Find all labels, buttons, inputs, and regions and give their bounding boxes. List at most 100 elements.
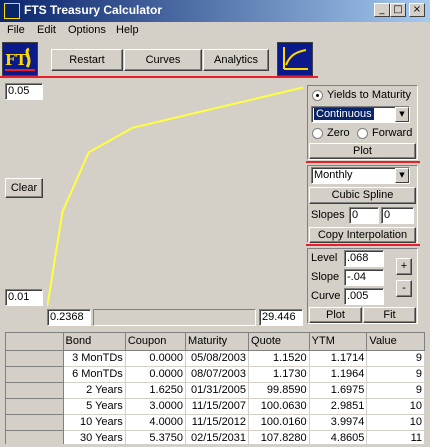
yield-curve-line bbox=[46, 86, 304, 307]
table-cell[interactable]: 3.9974 bbox=[309, 414, 368, 431]
table-cell[interactable]: 9 bbox=[366, 350, 425, 367]
copy-interpolation-button[interactable]: Copy Interpolation bbox=[309, 227, 416, 243]
menu-help[interactable]: Help bbox=[116, 24, 139, 36]
table-cell[interactable]: 01/31/2005 bbox=[185, 382, 250, 399]
plot-params-button[interactable]: Plot bbox=[309, 307, 362, 323]
slope-right-field[interactable]: 0 bbox=[381, 207, 414, 224]
column-header[interactable]: Quote bbox=[248, 333, 310, 351]
table-cell[interactable]: 10 bbox=[366, 398, 425, 415]
table-cell[interactable]: 100.0160 bbox=[248, 414, 310, 431]
table-row[interactable]: 6 MonTDs 0.0000 08/07/2003 1.1730 1.1964… bbox=[6, 366, 425, 383]
table-cell[interactable]: 6 MonTDs bbox=[63, 366, 126, 383]
table-row[interactable]: 2 Years 1.6250 01/31/2005 99.8590 1.6975… bbox=[6, 382, 425, 399]
table-cell[interactable]: 2 Years bbox=[63, 382, 126, 399]
minimize-button[interactable]: _ bbox=[374, 3, 390, 17]
table-cell[interactable]: 11/15/2012 bbox=[185, 414, 250, 431]
table-cell[interactable]: 9 bbox=[366, 382, 425, 399]
restart-button[interactable]: Restart bbox=[51, 49, 123, 71]
table-cell[interactable]: 5 Years bbox=[63, 398, 126, 415]
close-button[interactable]: × bbox=[409, 3, 425, 17]
table-cell[interactable]: 99.8590 bbox=[248, 382, 310, 399]
zero-radio[interactable] bbox=[312, 128, 323, 139]
table-cell[interactable]: 107.8280 bbox=[248, 430, 310, 444]
curves-button[interactable]: Curves bbox=[124, 49, 202, 71]
slope-left-field[interactable]: 0 bbox=[349, 207, 379, 224]
forward-radio[interactable] bbox=[357, 128, 368, 139]
row-header[interactable] bbox=[6, 398, 64, 415]
column-header[interactable]: Value bbox=[366, 333, 425, 351]
row-header[interactable] bbox=[6, 430, 64, 444]
column-header[interactable]: Maturity bbox=[185, 333, 250, 351]
yields-radio[interactable] bbox=[312, 90, 323, 101]
table-cell[interactable]: 1.6975 bbox=[309, 382, 368, 399]
row-header[interactable] bbox=[6, 350, 64, 367]
table-cell[interactable]: 1.1520 bbox=[248, 350, 310, 367]
y-max-field[interactable]: 0.05 bbox=[5, 83, 43, 100]
table-row[interactable]: 10 Years 4.0000 11/15/2012 100.0160 3.99… bbox=[6, 414, 425, 431]
table-cell[interactable]: 0.0000 bbox=[125, 350, 187, 367]
level-field[interactable]: .068 bbox=[344, 250, 384, 267]
table-cell[interactable]: 3 MonTDs bbox=[63, 350, 126, 367]
maximize-button[interactable]: □ bbox=[390, 3, 406, 17]
table-cell[interactable]: 08/07/2003 bbox=[185, 366, 250, 383]
menu-options[interactable]: Options bbox=[68, 24, 106, 36]
row-header[interactable] bbox=[6, 382, 64, 399]
row-header[interactable] bbox=[6, 414, 64, 431]
analytics-button[interactable]: Analytics bbox=[203, 49, 269, 71]
x-max-field[interactable]: 29.446 bbox=[259, 309, 303, 326]
chevron-down-icon[interactable]: ▼ bbox=[395, 107, 409, 122]
slope-field[interactable]: -.04 bbox=[344, 269, 384, 286]
clear-button[interactable]: Clear bbox=[5, 178, 43, 198]
forward-label: Forward bbox=[372, 127, 413, 139]
table-cell[interactable]: 5.3750 bbox=[125, 430, 187, 444]
table-row[interactable]: 3 MonTDs 0.0000 05/08/2003 1.1520 1.1714… bbox=[6, 350, 425, 367]
table-cell[interactable]: 1.6250 bbox=[125, 382, 187, 399]
frequency-select[interactable]: Monthly ▼ bbox=[311, 167, 410, 184]
frequency-value: Monthly bbox=[314, 169, 353, 181]
table-cell[interactable]: 11 bbox=[366, 430, 425, 444]
menu-bar: File Edit Options Help bbox=[0, 22, 430, 40]
column-header[interactable]: YTM bbox=[309, 333, 368, 351]
table-cell[interactable]: 100.0630 bbox=[248, 398, 310, 415]
curve-field[interactable]: .005 bbox=[344, 288, 384, 305]
row-header[interactable] bbox=[6, 366, 64, 383]
cubic-spline-button[interactable]: Cubic Spline bbox=[309, 187, 416, 204]
table-cell[interactable]: 9 bbox=[366, 366, 425, 383]
table-row[interactable]: 5 Years 3.0000 11/15/2007 100.0630 2.985… bbox=[6, 398, 425, 415]
table-cell[interactable]: 10 bbox=[366, 414, 425, 431]
menu-edit[interactable]: Edit bbox=[37, 24, 56, 36]
chevron-down-icon[interactable]: ▼ bbox=[395, 168, 409, 183]
table-cell[interactable]: 1.1730 bbox=[248, 366, 310, 383]
bond-grid[interactable]: Bond Coupon Maturity Quote YTM Value 3 M… bbox=[5, 332, 425, 444]
fit-button[interactable]: Fit bbox=[363, 307, 416, 323]
table-cell[interactable]: 4.0000 bbox=[125, 414, 187, 431]
x-min-field[interactable]: 0.2368 bbox=[47, 309, 91, 326]
table-cell[interactable]: 05/08/2003 bbox=[185, 350, 250, 367]
compounding-select[interactable]: Continuous ▼ bbox=[311, 106, 410, 123]
decrement-button[interactable]: - bbox=[396, 280, 412, 297]
column-header[interactable]: Bond bbox=[63, 333, 126, 351]
table-cell[interactable]: 4.8605 bbox=[309, 430, 368, 444]
table-cell[interactable]: 11/15/2007 bbox=[185, 398, 250, 415]
menu-file[interactable]: File bbox=[7, 24, 25, 36]
table-cell[interactable]: 1.1964 bbox=[309, 366, 368, 383]
fts-logo: FT bbox=[2, 42, 38, 76]
toolbar: FT Restart Curves Analytics bbox=[0, 40, 430, 78]
row-header-corner bbox=[6, 333, 64, 351]
table-cell[interactable]: 2.9851 bbox=[309, 398, 368, 415]
table-cell[interactable]: 02/15/2031 bbox=[185, 430, 250, 444]
table-cell[interactable]: 1.1714 bbox=[309, 350, 368, 367]
table-cell[interactable]: 0.0000 bbox=[125, 366, 187, 383]
app-icon[interactable] bbox=[4, 3, 20, 19]
increment-button[interactable]: + bbox=[396, 258, 412, 275]
red-divider bbox=[0, 76, 318, 78]
table-cell[interactable]: 10 Years bbox=[63, 414, 126, 431]
table-header-row: Bond Coupon Maturity Quote YTM Value bbox=[6, 333, 425, 351]
table-cell[interactable]: 30 Years bbox=[63, 430, 126, 444]
table-cell[interactable]: 3.0000 bbox=[125, 398, 187, 415]
table-row[interactable]: 30 Years 5.3750 02/15/2031 107.8280 4.86… bbox=[6, 430, 425, 444]
y-min-field[interactable]: 0.01 bbox=[5, 289, 43, 306]
slopes-label: Slopes bbox=[311, 209, 345, 221]
column-header[interactable]: Coupon bbox=[125, 333, 187, 351]
plot-button[interactable]: Plot bbox=[309, 143, 416, 159]
